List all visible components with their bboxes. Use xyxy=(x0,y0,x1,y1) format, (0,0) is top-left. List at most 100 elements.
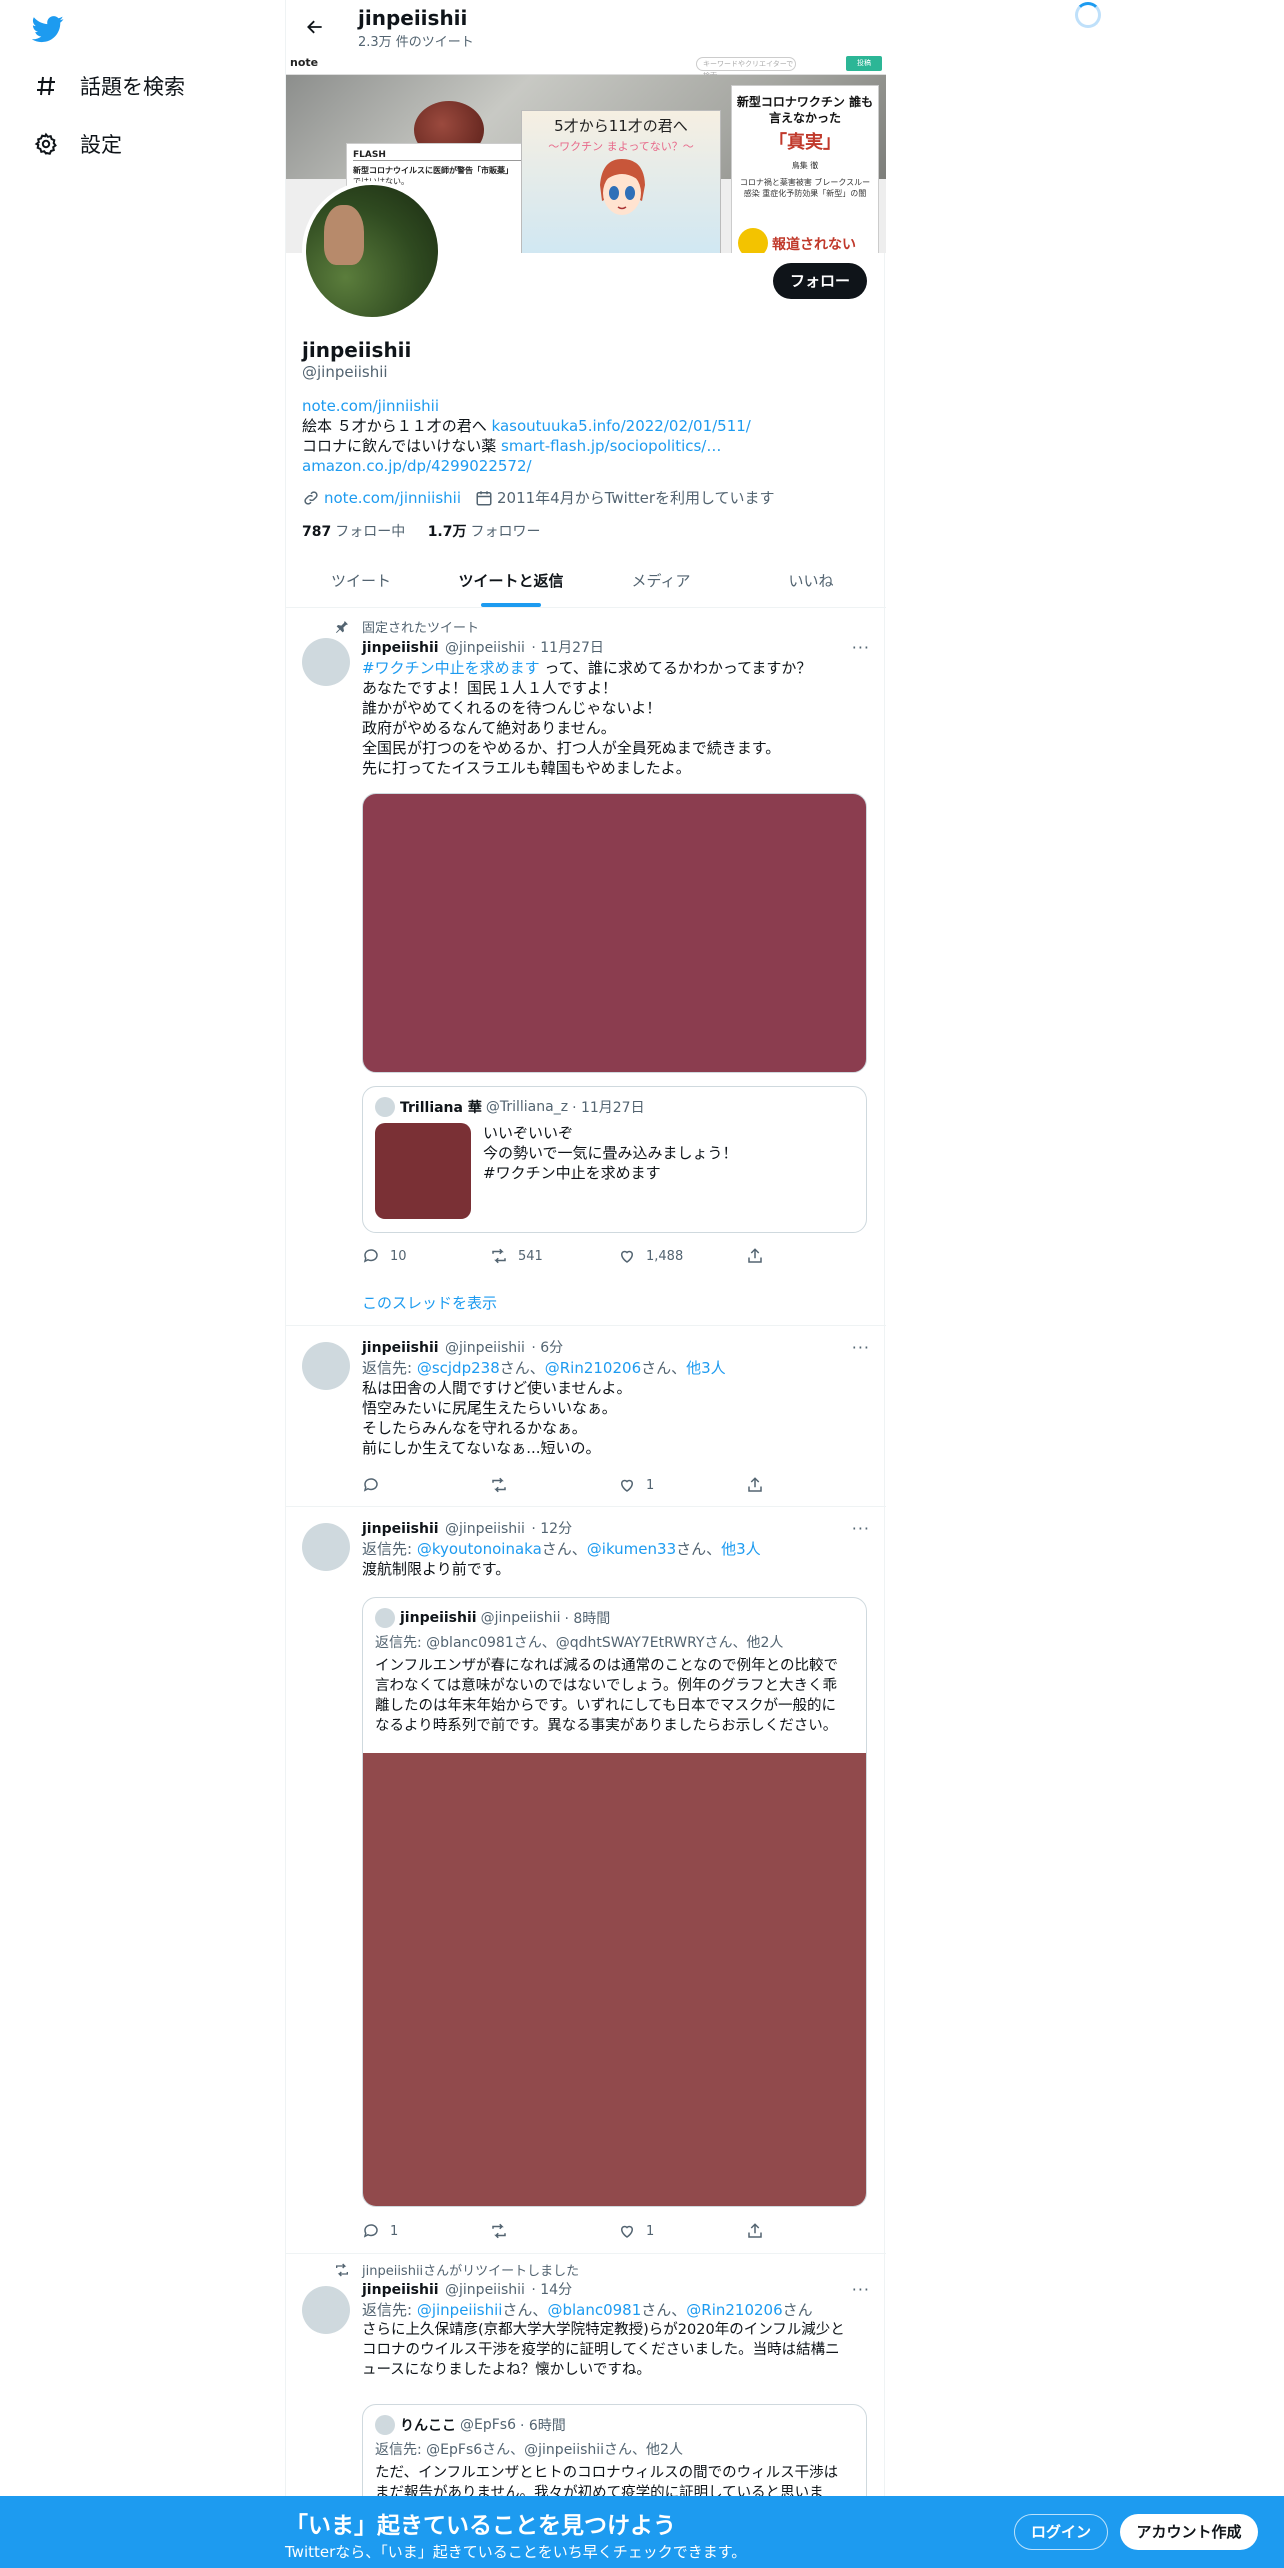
quoted-avatar xyxy=(375,2415,395,2435)
quoted-thumbnail xyxy=(375,1123,471,1219)
quoted-text: いいぞいいぞ 今の勢いで一気に畳み込みましょう！ #ワクチン中止を求めます xyxy=(483,1124,738,1182)
bio-link-flash[interactable]: smart-flash.jp/sociopolitics/… xyxy=(501,437,721,455)
profile-website-link[interactable]: note.com/jinniishii xyxy=(324,489,461,507)
banner-search: キーワードやクリエイターで検索 xyxy=(696,57,796,80)
loading-spinner-icon xyxy=(1075,2,1101,28)
pin-icon xyxy=(336,620,348,633)
bio-link-book[interactable]: kasoutuuka5.info/2022/02/01/511/ xyxy=(492,417,751,435)
following-link[interactable]: 787 フォロー中 xyxy=(302,524,405,540)
mention-link[interactable]: @ikumen33 xyxy=(587,1540,676,1558)
share-button[interactable] xyxy=(746,2222,874,2240)
tweet-avatar[interactable] xyxy=(302,2286,350,2334)
tweet-avatar[interactable] xyxy=(302,1342,350,1390)
signup-banner-title: 「いま」起きていることを見つけよう xyxy=(285,2513,676,2539)
retweet-button[interactable] xyxy=(490,1476,618,1494)
back-arrow-icon[interactable] xyxy=(300,12,330,42)
login-button[interactable]: ログイン xyxy=(1014,2514,1108,2550)
signup-button[interactable]: アカウント作成 xyxy=(1120,2514,1258,2550)
retweet-icon xyxy=(492,2223,506,2239)
tweet-header: jinpeiishii @jinpeiishii · 6分 xyxy=(362,1340,564,1356)
tweet-avatar[interactable] xyxy=(302,638,350,686)
tab-likes[interactable]: いいね xyxy=(736,555,886,607)
profile-bio: note.com/jinniishii 絵本 ５才から１１才の君へ kasout… xyxy=(302,397,751,475)
nav-settings[interactable]: 設定 xyxy=(32,124,122,164)
quoted-avatar xyxy=(375,1097,395,1117)
reply-button[interactable]: 10 xyxy=(362,1247,490,1265)
profile-meta: note.com/jinniishii 2011年4月からTwitterを利用し… xyxy=(302,487,789,508)
quoted-reply-context: 返信先: @EpFs6さん、@jinpeiishiiさん、他2人 xyxy=(375,2442,683,2458)
signup-banner: 「いま」起きていることを見つけよう Twitterなら、「いま」起きていることを… xyxy=(0,2496,1284,2568)
mention-more-link[interactable]: 他3人 xyxy=(721,1540,761,1558)
tweet-image[interactable] xyxy=(362,793,867,1073)
follow-button[interactable]: フォロー xyxy=(773,263,867,299)
tweet-text: さらに上久保靖彦(京都大学大学院特定教授)らが2020年のインフル減少と コロナ… xyxy=(362,2322,845,2378)
retweet-icon xyxy=(492,1477,506,1493)
bio-link-amazon[interactable]: amazon.co.jp/dp/4299022572/ xyxy=(302,457,532,475)
quoted-tweet[interactable]: jinpeiishii @jinpeiishii · 8時間 返信先: @bla… xyxy=(362,1597,867,2207)
banner-note-logo: note xyxy=(290,56,319,69)
like-button[interactable]: 1 xyxy=(618,2222,746,2240)
quoted-reply-context: 返信先: @blanc0981さん、@qdhtSWAY7EtRWRYさん、他2人 xyxy=(375,1635,784,1651)
tweet-pinned[interactable]: 固定されたツイート ··· jinpeiishii @jinpeiishii ·… xyxy=(286,608,886,1326)
tweet-reply-1[interactable]: ··· jinpeiishii @jinpeiishii · 6分 返信先: @… xyxy=(286,1326,886,1507)
quoted-avatar xyxy=(375,1608,395,1628)
mention-link[interactable]: @blanc0981 xyxy=(547,2301,641,2319)
tweet-author-handle: @jinpeiishii xyxy=(445,640,525,656)
like-button[interactable]: 1,488 xyxy=(618,1247,746,1265)
share-button[interactable] xyxy=(746,1247,874,1265)
twitter-logo-icon[interactable] xyxy=(31,13,64,45)
tweet-header: jinpeiishii @jinpeiishii · 11月27日 xyxy=(362,638,870,658)
reply-icon xyxy=(363,1478,378,1492)
anime-face-icon xyxy=(600,159,645,215)
mention-link[interactable]: @jinpeiishii xyxy=(417,2301,503,2319)
profile-follow-stats: 787 フォロー中 1.7万 フォロワー xyxy=(302,521,559,541)
reply-icon xyxy=(363,1249,378,1263)
link-icon xyxy=(304,490,318,505)
tab-tweets-and-replies[interactable]: ツイートと返信 xyxy=(436,555,586,607)
tab-media[interactable]: メディア xyxy=(586,555,736,607)
tweet-text: 私は田舎の人間ですけど使いませんよ。 悟空みたいに尻尾生えたらいいなぁ。 そした… xyxy=(362,1379,632,1457)
pinned-label: 固定されたツイート xyxy=(334,617,479,636)
retweet-button[interactable]: 541 xyxy=(490,1247,618,1265)
reply-context: 返信先: @scjdp238さん、@Rin210206さん、他3人 xyxy=(362,1359,726,1377)
tweet-author-name: jinpeiishii xyxy=(362,640,439,656)
mention-link[interactable]: @Rin210206 xyxy=(545,1359,641,1377)
tweet-avatar[interactable] xyxy=(302,1523,350,1571)
share-button[interactable] xyxy=(746,1476,874,1494)
banner-picture-book: 5才から11才の君へ 〜ワクチン まよってない？〜 xyxy=(521,110,721,253)
profile-avatar[interactable] xyxy=(302,181,442,321)
retweet-button[interactable] xyxy=(490,2222,618,2240)
reply-context: 返信先: @kyoutonoinakaさん、@ikumen33さん、他3人 xyxy=(362,1540,761,1558)
quoted-tweet[interactable]: Trilliana 華 @Trilliana_z · 11月27日 いいぞいいぞ… xyxy=(362,1086,867,1233)
nav-explore[interactable]: 話題を検索 xyxy=(32,66,185,106)
reply-icon xyxy=(363,2224,378,2238)
heart-icon xyxy=(620,2225,634,2238)
banner-post-button: 投稿 xyxy=(846,56,882,71)
share-icon xyxy=(748,1477,762,1492)
hashtag-link[interactable]: #ワクチン中止を求めます xyxy=(362,659,540,677)
share-icon xyxy=(748,2223,762,2238)
tweet-actions: 10 541 1,488 xyxy=(362,1247,874,1265)
mention-link[interactable]: @kyoutonoinaka xyxy=(417,1540,542,1558)
mention-link[interactable]: @Rin210206 xyxy=(686,2301,782,2319)
tweet-retweet[interactable]: jinpeiishiiさんがリツイートしました ··· jinpeiishii … xyxy=(286,2254,886,2524)
retweet-icon xyxy=(336,2263,348,2276)
reply-button[interactable]: 1 xyxy=(362,2222,490,2240)
profile-name: jinpeiishii xyxy=(302,338,412,362)
reply-button[interactable] xyxy=(362,1476,490,1494)
profile-handle: @jinpeiishii xyxy=(302,363,388,381)
mention-more-link[interactable]: 他3人 xyxy=(686,1359,726,1377)
tweet-date: · 11月27日 xyxy=(531,640,604,656)
followers-link[interactable]: 1.7万 フォロワー xyxy=(428,524,541,540)
banner-book-cover: 新型コロナワクチン 誰も言えなかった 「真実」 鳥集 徹 コロナ禍と薬害被害 ブ… xyxy=(731,85,879,253)
bio-link-note[interactable]: note.com/jinniishii xyxy=(302,397,439,415)
like-button[interactable]: 1 xyxy=(618,1476,746,1494)
tweet-reply-2[interactable]: ··· jinpeiishii @jinpeiishii · 12分 返信先: … xyxy=(286,1507,886,2254)
tweet-text: #ワクチン中止を求めます って、誰に求めてるかわかってますか？ あなたですよ！国… xyxy=(362,659,812,777)
tweet-text: 渡航制限より前です。 xyxy=(362,1560,511,1578)
tab-tweets[interactable]: ツイート xyxy=(286,555,436,607)
retweet-label: jinpeiishiiさんがリツイートしました xyxy=(334,2260,579,2279)
show-thread-link[interactable]: このスレッドを表示 xyxy=(362,1292,497,1313)
mention-link[interactable]: @scjdp238 xyxy=(417,1359,500,1377)
hashtag-icon xyxy=(32,72,60,100)
